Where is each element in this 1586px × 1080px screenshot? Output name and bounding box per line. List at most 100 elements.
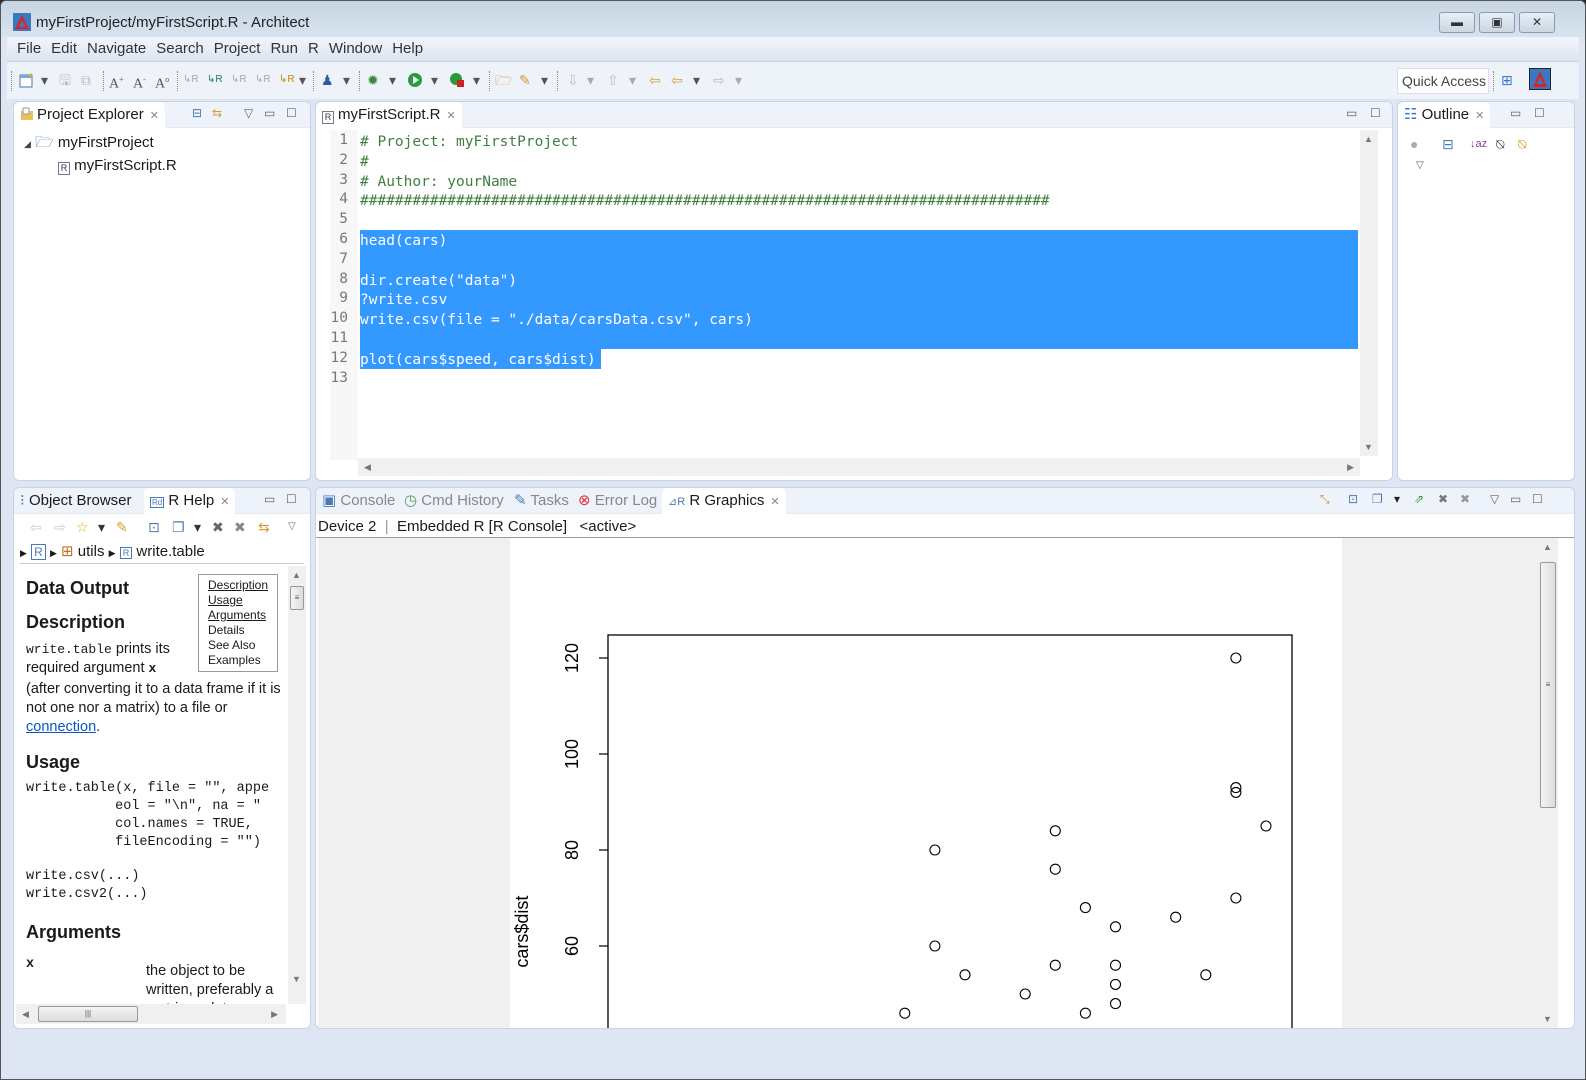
toc-details[interactable]: Details <box>208 623 277 638</box>
close-tab-icon[interactable]: ✕ <box>770 496 779 508</box>
minimize-view-icon[interactable]: ▭ <box>1510 492 1521 506</box>
scroll-thumb[interactable]: ≡ <box>1540 562 1556 808</box>
toc-arguments[interactable]: Arguments <box>208 608 277 623</box>
bookmark-dropdown-icon[interactable]: ▾ <box>98 519 105 535</box>
menu-project[interactable]: Project <box>209 37 266 61</box>
pages-icon[interactable]: ❐ <box>172 519 185 535</box>
close-all-devices-icon[interactable]: ✖ <box>1460 492 1470 506</box>
tab-project-explorer[interactable]: Project Explorer ✕ <box>14 102 165 128</box>
close-device-icon[interactable]: ✖ <box>1438 492 1448 506</box>
scroll-thumb[interactable]: ≡ <box>290 586 304 610</box>
user-dropdown-icon[interactable]: ▾ <box>343 72 350 88</box>
forward-dropdown-icon[interactable]: ▾ <box>735 72 742 88</box>
scroll-down-icon[interactable]: ▼ <box>1364 442 1373 452</box>
export-icon[interactable]: ⇗ <box>1414 492 1424 506</box>
back-icon[interactable]: ⇦ <box>30 519 42 535</box>
device-list-icon[interactable]: ❐ <box>1372 492 1383 506</box>
link-with-editor-icon[interactable]: ⇆ <box>212 106 222 120</box>
close-button[interactable]: ✕ <box>1519 12 1555 33</box>
code-line[interactable]: # Project: myFirstProject <box>360 132 578 152</box>
menu-search[interactable]: Search <box>151 37 209 61</box>
maximize-view-icon[interactable]: ☐ <box>286 106 297 120</box>
view-menu-icon[interactable]: ▽ <box>1490 492 1499 506</box>
pages-dropdown-icon[interactable]: ▾ <box>194 519 201 535</box>
collapse-all-icon[interactable]: ⊟ <box>192 106 202 120</box>
run-line-icon[interactable]: ↳R <box>183 72 199 88</box>
open-folder-icon[interactable]: 🗁 <box>495 72 512 88</box>
scroll-thumb[interactable]: ||| <box>38 1006 138 1022</box>
pen-icon[interactable]: ✎ <box>116 519 128 535</box>
menu-r[interactable]: R <box>303 37 324 61</box>
menu-file[interactable]: File <box>7 37 46 61</box>
close-tab-icon[interactable]: ✕ <box>1475 110 1484 122</box>
code-line[interactable]: # <box>360 152 369 172</box>
close-page-icon[interactable]: ✖ <box>212 519 224 535</box>
code-line[interactable]: dir.create("data") <box>360 271 517 291</box>
r-home-icon[interactable]: R <box>31 544 46 560</box>
close-tab-icon[interactable]: ✕ <box>447 110 456 122</box>
menu-run[interactable]: Run <box>265 37 303 61</box>
last-edit-icon[interactable]: ⇦ <box>649 72 661 88</box>
next-annotation-dropdown-icon[interactable]: ▾ <box>587 72 594 88</box>
new-icon[interactable] <box>19 72 35 91</box>
back-dropdown-icon[interactable]: ▾ <box>693 72 700 88</box>
pen-icon[interactable]: ✎ <box>519 72 531 88</box>
connection-link[interactable]: connection <box>26 719 96 735</box>
new-device-icon[interactable]: ⊡ <box>1348 492 1358 506</box>
scroll-up-icon[interactable]: ▲ <box>292 570 301 580</box>
run-icon[interactable] <box>407 72 423 91</box>
minimize-button[interactable]: ▬ <box>1439 12 1475 33</box>
minimize-view-icon[interactable]: ▭ <box>264 106 275 120</box>
view-menu-icon[interactable]: ▽ <box>288 519 296 535</box>
code-line[interactable]: ########################################… <box>360 191 1050 211</box>
run-external-dropdown-icon[interactable]: ▾ <box>473 72 480 88</box>
architect-perspective-icon[interactable] <box>1529 68 1551 93</box>
menu-help[interactable]: Help <box>387 37 428 61</box>
view-menu-icon[interactable]: ▽ <box>1416 158 1424 174</box>
font-decrease-icon[interactable]: A- <box>133 72 146 93</box>
new-page-icon[interactable]: ⊡ <box>148 519 160 535</box>
breadcrumb-utils[interactable]: utils <box>78 543 105 560</box>
bookmark-star-icon[interactable]: ☆ <box>76 519 89 535</box>
toc-see-also[interactable]: See Also <box>208 638 277 653</box>
tab-r-graphics[interactable]: ⊿R R Graphics ✕ <box>662 488 786 514</box>
open-perspective-icon[interactable]: ⊞ <box>1501 72 1513 88</box>
scroll-up-icon[interactable]: ▲ <box>1543 542 1552 552</box>
font-reset-icon[interactable]: Ao <box>155 72 169 93</box>
debug-dropdown-icon[interactable]: ▾ <box>389 72 396 88</box>
toc-usage[interactable]: Usage <box>208 593 277 608</box>
run-file-icon[interactable]: ↳R <box>231 72 247 88</box>
tab-cmd-history[interactable]: ◷ Cmd History <box>398 488 510 514</box>
quick-access-input[interactable]: Quick Access <box>1397 68 1489 94</box>
user-icon[interactable]: ♟ <box>321 72 334 88</box>
minimize-view-icon[interactable]: ▭ <box>264 492 275 506</box>
graphics-vertical-scrollbar[interactable]: ▲ ≡ ▼ <box>1538 538 1558 1028</box>
code-line[interactable]: plot(cars$speed, cars$dist) <box>360 350 596 370</box>
view-menu-icon[interactable]: ▽ <box>244 106 253 120</box>
minimize-view-icon[interactable]: ▭ <box>1346 106 1357 120</box>
menu-navigate[interactable]: Navigate <box>82 37 151 61</box>
prev-annotation-dropdown-icon[interactable]: ▾ <box>629 72 636 88</box>
tree-item-project[interactable]: ◢ 🗁 myFirstProject <box>24 133 154 154</box>
restore-button[interactable]: ▣ <box>1479 12 1515 33</box>
toc-examples[interactable]: Examples <box>208 653 277 668</box>
tab-tasks[interactable]: ✎ Tasks <box>508 488 575 514</box>
code-line[interactable]: write.csv(file = "./data/carsData.csv", … <box>360 310 753 330</box>
run-dropdown-icon[interactable]: ▾ <box>431 72 438 88</box>
source-icon[interactable]: ↳R <box>279 72 295 88</box>
save-icon[interactable]: 🖫 <box>59 72 71 88</box>
menu-window[interactable]: Window <box>324 37 387 61</box>
close-all-pages-icon[interactable]: ✖ <box>234 519 246 535</box>
sort-az-icon[interactable]: ↓az <box>1470 136 1487 152</box>
tab-r-help[interactable]: Rd R Help ✕ <box>144 488 236 514</box>
pen-dropdown-icon[interactable]: ▾ <box>541 72 548 88</box>
hide-nonpublic-icon[interactable]: ⍉ <box>1518 136 1526 152</box>
editor-vertical-scrollbar[interactable]: ▲ ▼ <box>1360 130 1378 456</box>
tree-item-script[interactable]: R myFirstScript.R <box>58 156 177 176</box>
tab-outline[interactable]: ☷ Outline ✕ <box>1398 102 1491 128</box>
scroll-right-icon[interactable]: ▶ <box>1347 462 1354 473</box>
scroll-down-icon[interactable]: ▼ <box>292 974 301 984</box>
minimize-view-icon[interactable]: ▭ <box>1510 106 1521 120</box>
code-line[interactable]: # Author: yourName <box>360 172 517 192</box>
tab-myfirstscript[interactable]: RmyFirstScript.R ✕ <box>316 102 462 128</box>
